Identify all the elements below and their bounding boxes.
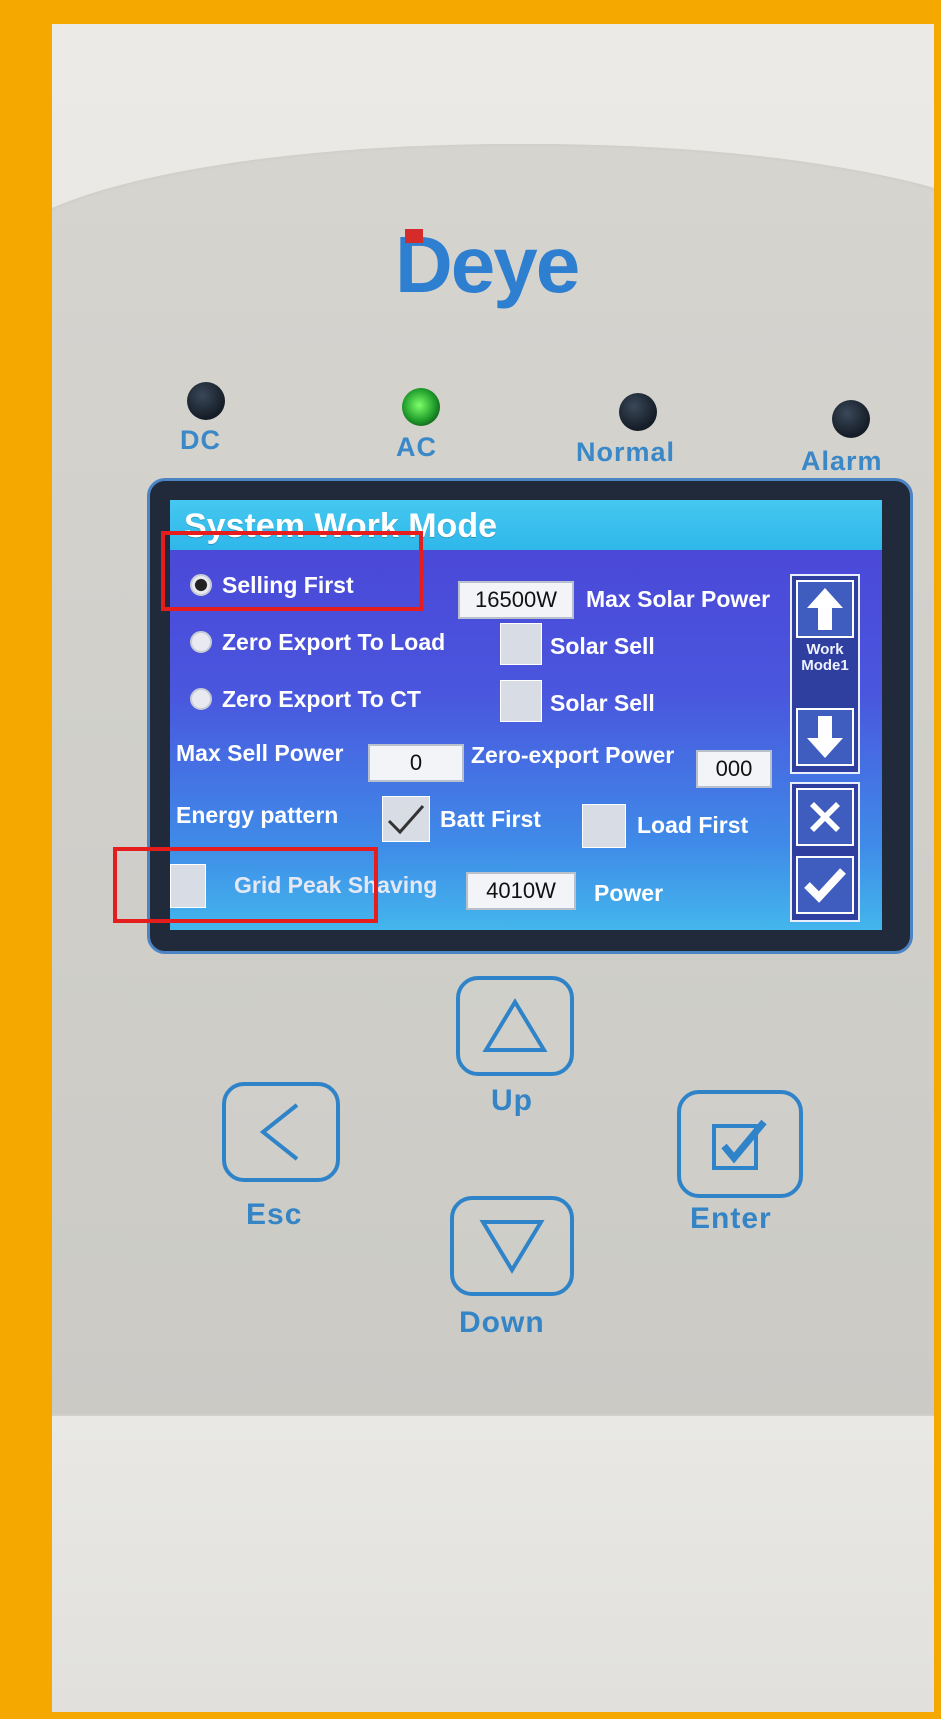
confirm-button[interactable] xyxy=(796,856,854,914)
triangle-down-icon xyxy=(479,1220,545,1274)
page-up-button[interactable] xyxy=(796,580,854,638)
esc-key[interactable] xyxy=(222,1082,340,1182)
work-mode-page-label: Work Mode1 xyxy=(801,641,849,674)
grid-peak-shaving-unit-label: Power xyxy=(594,880,664,906)
zero-export-ct-radio[interactable] xyxy=(190,688,212,710)
normal-led xyxy=(619,393,657,431)
highlight-selling-first xyxy=(161,531,423,611)
max-sell-power-field[interactable]: 0 xyxy=(368,744,464,782)
enter-key[interactable] xyxy=(677,1090,803,1198)
down-key-label: Down xyxy=(459,1306,545,1339)
load-first-checkbox[interactable] xyxy=(582,804,626,848)
zero-export-load-label: Zero Export To Load xyxy=(222,629,446,655)
alarm-led xyxy=(832,400,870,438)
energy-pattern-label: Energy pattern xyxy=(176,802,339,828)
checkmark-icon xyxy=(804,868,846,903)
batt-first-checkbox[interactable] xyxy=(382,796,430,842)
arrow-down-icon xyxy=(807,716,843,758)
zero-export-power-field[interactable]: 000 xyxy=(696,750,772,788)
alarm-label: Alarm xyxy=(801,446,883,476)
confirm-side-panel xyxy=(790,782,860,922)
ac-label: AC xyxy=(396,432,437,462)
load-first-label: Load First xyxy=(637,812,749,838)
solar-sell-ct-label: Solar Sell xyxy=(550,690,655,716)
cancel-button[interactable] xyxy=(796,788,854,846)
brand-logo: Deye xyxy=(345,205,685,315)
max-solar-power-field[interactable]: 16500W xyxy=(458,581,574,619)
solar-sell-ct-checkbox[interactable] xyxy=(500,680,542,722)
solar-sell-load-label: Solar Sell xyxy=(550,633,655,659)
page-down-button[interactable] xyxy=(796,708,854,766)
work-mode-side-panel: Work Mode1 xyxy=(790,574,860,774)
close-icon xyxy=(810,802,840,832)
max-sell-power-label: Max Sell Power xyxy=(176,740,344,766)
batt-first-label: Batt First xyxy=(440,806,541,832)
max-solar-power-label: Max Solar Power xyxy=(586,586,771,612)
chevron-left-icon xyxy=(259,1103,299,1161)
dc-led xyxy=(187,382,225,420)
zero-export-power-label: Zero-export Power xyxy=(471,742,675,768)
esc-key-label: Esc xyxy=(246,1198,303,1231)
up-key[interactable] xyxy=(456,976,574,1076)
solar-sell-load-checkbox[interactable] xyxy=(500,623,542,665)
dc-label: DC xyxy=(180,425,221,455)
up-key-label: Up xyxy=(491,1084,533,1117)
normal-label: Normal xyxy=(576,437,676,467)
arrow-up-icon xyxy=(807,588,843,630)
zero-export-ct-label: Zero Export To CT xyxy=(222,686,421,712)
ac-led xyxy=(402,388,440,426)
check-icon xyxy=(387,805,425,835)
down-key[interactable] xyxy=(450,1196,574,1296)
zero-export-load-radio[interactable] xyxy=(190,631,212,653)
lower-casing xyxy=(52,1414,934,1712)
enter-key-label: Enter xyxy=(690,1202,772,1235)
brand-red-mark xyxy=(405,229,423,243)
grid-peak-shaving-power-field[interactable]: 4010W xyxy=(466,872,576,910)
triangle-up-icon xyxy=(482,998,548,1052)
check-box-icon xyxy=(712,1119,767,1170)
highlight-grid-peak-shaving xyxy=(113,847,378,923)
